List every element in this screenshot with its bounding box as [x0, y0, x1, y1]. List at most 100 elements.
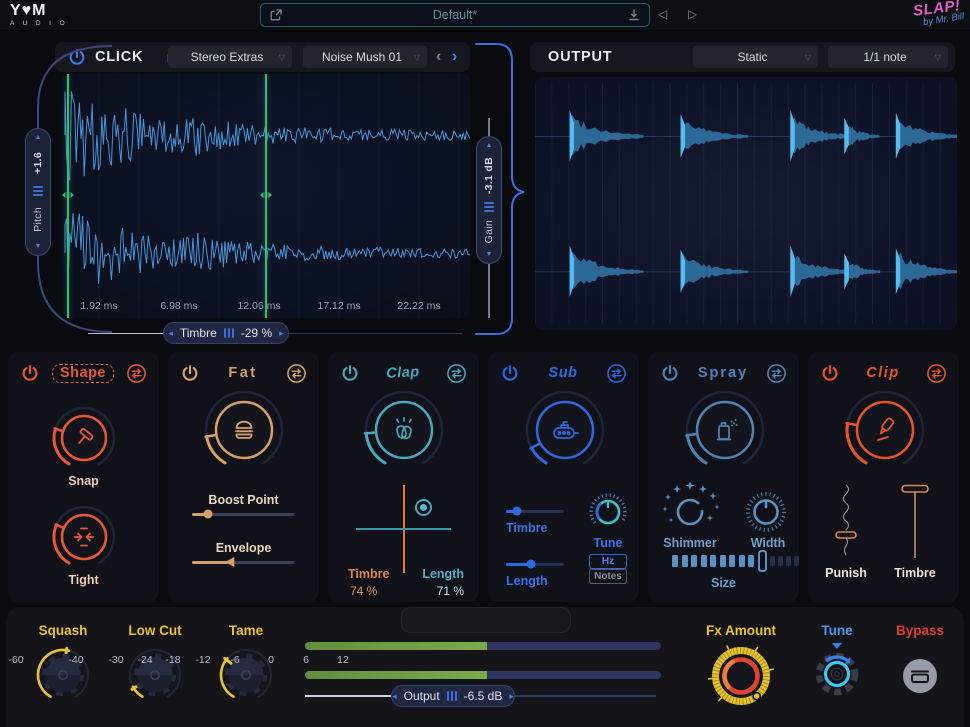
clip-timbre-handle[interactable] [902, 486, 928, 493]
spray-header: Spray [648, 361, 799, 385]
output-rate-value: 1/1 note [855, 50, 920, 64]
tune-label: Tune [807, 623, 867, 638]
output-mode-dropdown[interactable]: Static ▽ [693, 46, 818, 68]
size-label: Size [648, 576, 799, 590]
preset-name[interactable]: Default* [261, 8, 649, 22]
meter-fill [305, 671, 487, 679]
envelope-handle[interactable] [225, 557, 234, 567]
boost-point-slider[interactable] [192, 513, 294, 516]
click-waveform-display[interactable]: 1.92 ms 6.98 ms 12.06 ms 17.12 ms 22.22 … [62, 74, 470, 318]
size-handle[interactable] [758, 550, 767, 572]
marker-handle-icon[interactable] [260, 189, 272, 201]
shape-swap-icon[interactable] [126, 363, 147, 384]
timbre-value: -29 % [241, 326, 272, 340]
master-output-slider[interactable]: ◂ Output -6.5 dB ▸ [391, 685, 515, 707]
tame-label: Tame [206, 623, 286, 638]
click-category-value: Stereo Extras [183, 50, 278, 64]
fat-swap-icon[interactable] [286, 363, 307, 384]
click-category-dropdown[interactable]: Stereo Extras ▽ [168, 46, 292, 68]
squash-label: Squash [23, 623, 103, 638]
boost-point-handle[interactable] [204, 510, 213, 519]
burger-icon [229, 415, 259, 445]
clap-hands-icon [389, 415, 419, 445]
sub-length-slider[interactable] [506, 563, 564, 566]
snap-knob[interactable] [50, 404, 118, 472]
clip-power-button[interactable] [820, 363, 840, 383]
width-knob[interactable] [744, 490, 788, 534]
next-sample-button[interactable]: › [452, 49, 457, 65]
clap-knob[interactable] [362, 388, 446, 472]
pitch-down-arrow[interactable]: ▼ [35, 243, 42, 250]
spray-knob[interactable] [683, 388, 767, 472]
sub-power-button[interactable] [500, 363, 520, 383]
title-bar: Y♥M A U D I O Default* ◁ ▷ SLAP! by Mr. … [0, 0, 970, 31]
bypass-button[interactable] [903, 659, 937, 693]
sub-length-handle[interactable] [527, 560, 536, 569]
sub-timbre-slider[interactable] [506, 510, 564, 513]
meter-tick: 0 [254, 654, 288, 666]
master-bar: Squash Low Cut Tame -60 -40 -30 -24 -18 … [6, 607, 964, 727]
sub-swap-icon[interactable] [606, 363, 627, 384]
tight-label: Tight [8, 573, 159, 587]
pitch-up-arrow[interactable]: ▲ [35, 134, 42, 141]
preset-bar[interactable]: Default* [260, 3, 650, 27]
click-timbre-slider[interactable]: ◂ Timbre -29 % ▸ [163, 322, 289, 344]
pitch-grip[interactable] [33, 186, 43, 196]
sub-title: Sub [520, 365, 606, 381]
output-grip[interactable] [447, 691, 457, 701]
spray-power-button[interactable] [660, 363, 680, 383]
module-sub: Sub Timbre Tune Length Hz Notes [488, 352, 639, 602]
module-spray: Spray Shimmer Width Size [648, 352, 799, 602]
time-label: 22.22 ms [387, 300, 451, 312]
sub-timbre-handle[interactable] [513, 507, 522, 516]
hz-toggle[interactable]: Hz [589, 554, 627, 569]
shape-power-button[interactable] [20, 363, 40, 383]
clip-knob[interactable] [843, 388, 927, 472]
sub-timbre-label: Timbre [506, 521, 547, 535]
clap-swap-icon[interactable] [446, 363, 467, 384]
timbre-track-left[interactable] [88, 333, 164, 335]
spray-title: Spray [680, 365, 766, 381]
envelope-slider[interactable] [192, 561, 294, 564]
next-preset-button[interactable]: ▷ [688, 7, 697, 21]
clap-xy-handle[interactable] [415, 499, 432, 516]
sub-length-label: Length [506, 574, 548, 588]
fat-power-button[interactable] [180, 363, 200, 383]
clip-timbre-slider[interactable] [893, 482, 937, 562]
output-rate-dropdown[interactable]: 1/1 note ▽ [828, 46, 948, 68]
size-slider[interactable] [672, 549, 799, 573]
sub-knob[interactable] [523, 388, 607, 472]
pitch-label: Pitch [32, 207, 44, 232]
brand-subtext: A U D I O [10, 21, 68, 28]
punish-slider[interactable] [824, 482, 868, 562]
tight-knob[interactable] [50, 503, 118, 571]
compress-arrows-icon [71, 524, 97, 550]
timbre-track-right[interactable] [288, 333, 462, 335]
save-preset-icon[interactable] [627, 8, 641, 22]
prev-sample-button[interactable]: ‹ [436, 49, 441, 65]
spray-can-icon [709, 414, 741, 446]
prev-preset-button[interactable]: ◁ [658, 7, 667, 21]
output-left-arrow[interactable]: ◂ [392, 692, 397, 701]
output-right-arrow[interactable]: ▸ [509, 692, 514, 701]
sub-tune-knob[interactable] [586, 488, 630, 532]
collapsed-panel-tab[interactable] [401, 607, 571, 633]
timbre-grip[interactable] [224, 328, 234, 338]
notes-toggle[interactable]: Notes [589, 569, 627, 584]
spray-swap-icon[interactable] [766, 363, 787, 384]
sample-end-marker[interactable] [265, 74, 267, 318]
punish-handle[interactable] [836, 532, 856, 538]
shimmer-knob[interactable] [658, 482, 722, 538]
fx-amount-knob[interactable] [708, 643, 774, 709]
output-track-left[interactable] [305, 695, 391, 697]
click-sample-dropdown[interactable]: Noise Mush 01 ▽ [303, 46, 427, 68]
clap-power-button[interactable] [340, 363, 360, 383]
timbre-right-arrow[interactable]: ▸ [279, 329, 284, 338]
timbre-left-arrow[interactable]: ◂ [168, 329, 173, 338]
clip-swap-icon[interactable] [926, 363, 947, 384]
fat-knob[interactable] [202, 388, 286, 472]
output-track-right[interactable] [515, 695, 656, 697]
master-tune-knob[interactable] [809, 641, 865, 703]
envelope-label: Envelope [168, 541, 319, 555]
pitch-slider[interactable]: ▲ +1.6 Pitch ▼ [25, 128, 51, 256]
